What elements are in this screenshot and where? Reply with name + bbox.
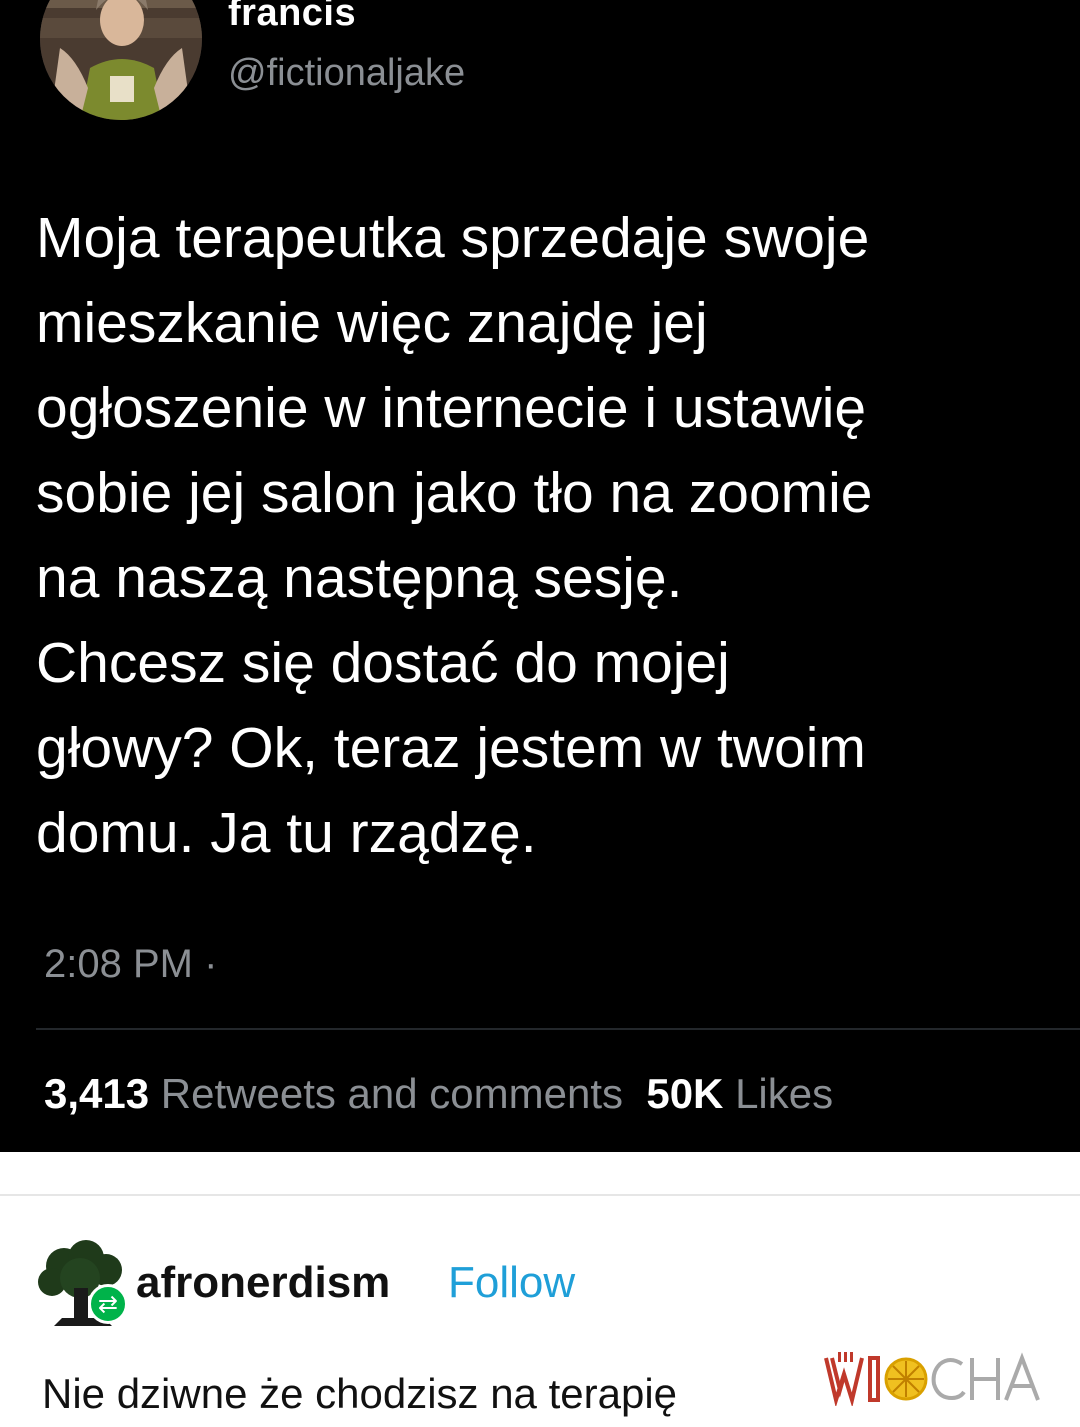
retweets-count: 3,413	[44, 1070, 150, 1117]
retweets-label: Retweets and comments	[160, 1070, 623, 1117]
likes-label: Likes	[735, 1070, 834, 1117]
reply-username[interactable]: afronerdism	[136, 1258, 390, 1308]
tweet-text-line: domu. Ja tu rządzę.	[36, 801, 537, 865]
tweet-text-line: sobie jej salon jako tło na zoomie	[36, 461, 873, 525]
tweet-stats: 3,413 Retweets and comments 50K Likes	[44, 1070, 833, 1118]
tweet-text-line: mieszkanie więc znajdę jej	[36, 291, 708, 355]
tweet-text-line: Moja terapeutka sprzedaje swoje	[36, 206, 870, 270]
tweet-timestamp[interactable]: 2:08 PM ·	[44, 942, 217, 987]
divider	[0, 1194, 1080, 1196]
tweet-text-line: Chcesz się dostać do mojej	[36, 631, 730, 695]
user-handle[interactable]: @fictionaljake	[228, 52, 465, 95]
reblog-icon: ⇄	[88, 1284, 128, 1324]
retweets-stat[interactable]: 3,413 Retweets and comments	[44, 1070, 623, 1117]
tweet-text: Moja terapeutka sprzedaje swoje mieszkan…	[36, 196, 1066, 876]
user-avatar[interactable]	[40, 0, 202, 120]
tweet-text-line: głowy? Ok, teraz jestem w twoim	[36, 716, 866, 780]
follow-button[interactable]: Follow	[448, 1258, 575, 1308]
display-name[interactable]: francis	[228, 0, 356, 35]
likes-count: 50K	[646, 1070, 724, 1117]
tweet-text-line: ogłoszenie w internecie i ustawię	[36, 376, 867, 440]
likes-stat[interactable]: 50K Likes	[646, 1070, 833, 1117]
tweet-card: francis @fictionaljake Moja terapeutka s…	[0, 0, 1080, 1152]
reply-text: Nie dziwne że chodzisz na terapię	[42, 1370, 678, 1417]
tweet-text-line: na naszą następną sesję.	[36, 546, 683, 610]
divider	[36, 1028, 1080, 1030]
wiocha-watermark-logo	[822, 1350, 1058, 1408]
